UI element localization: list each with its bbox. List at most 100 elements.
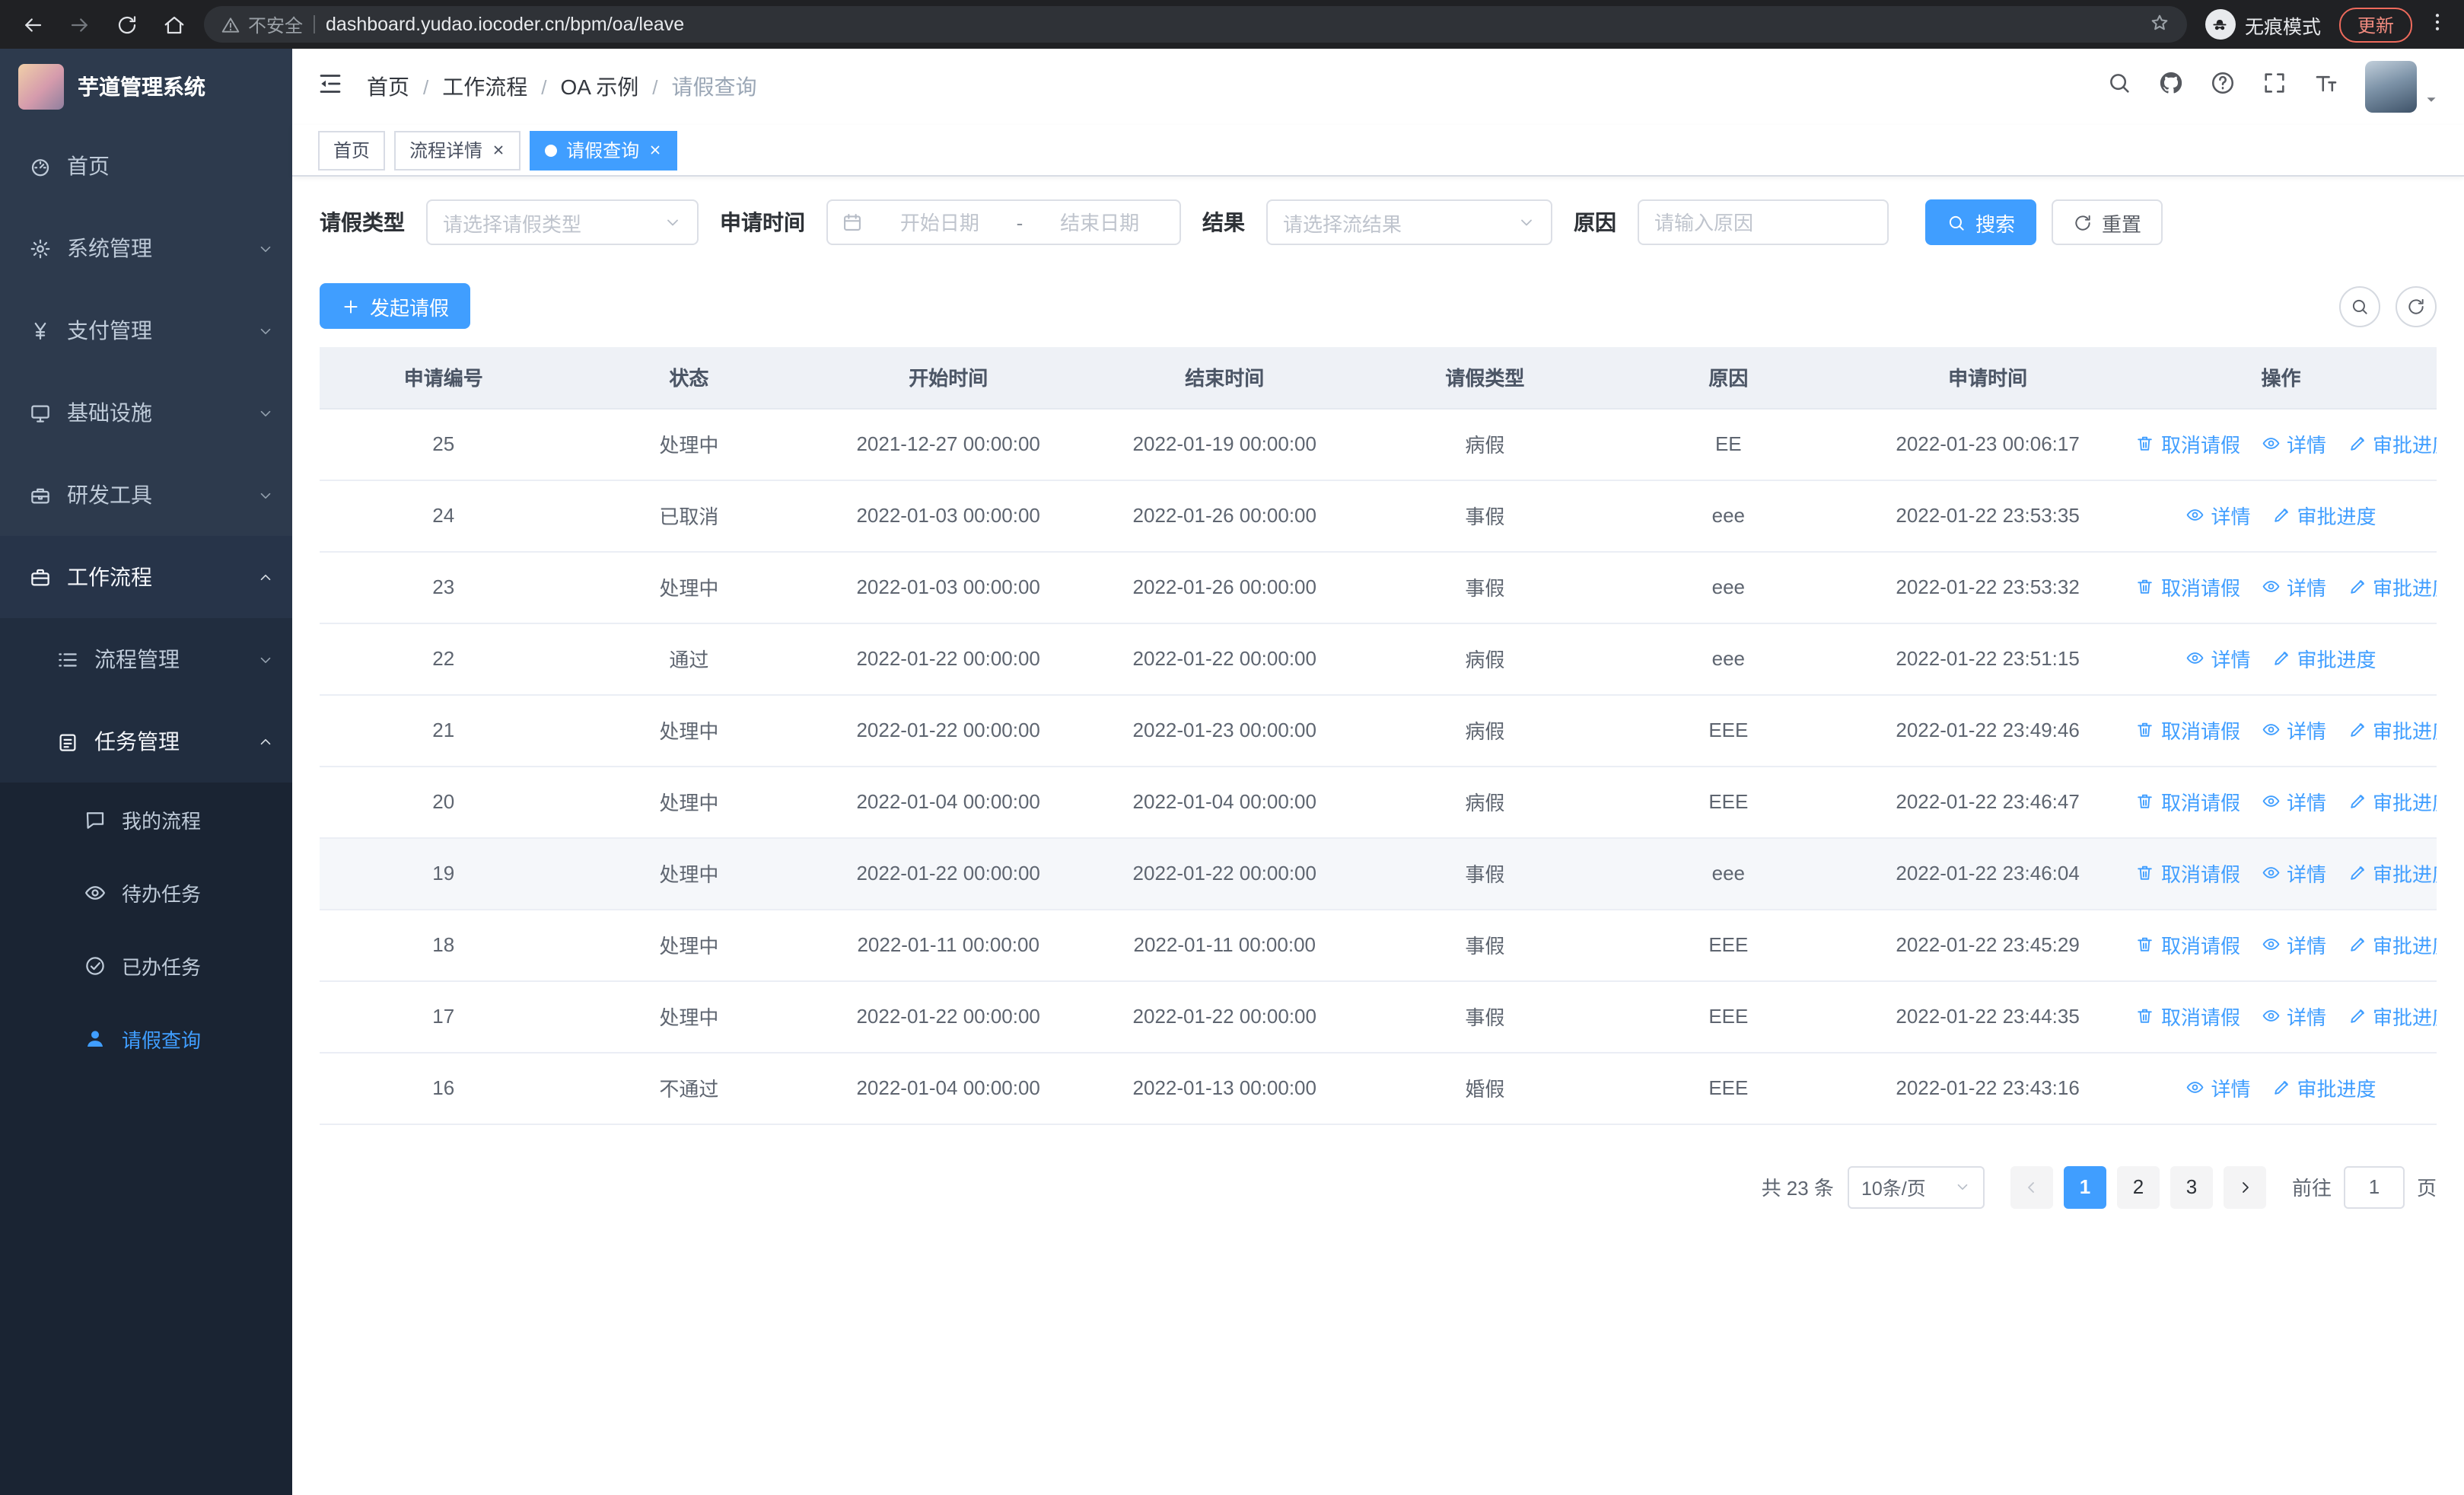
user-menu[interactable] (2365, 61, 2440, 113)
cancel-leave-link[interactable]: 取消请假 (2136, 859, 2240, 888)
cell-apply-time: 2022-01-22 23:49:46 (1850, 694, 2125, 767)
cancel-leave-link[interactable]: 取消请假 (2136, 1002, 2240, 1031)
sidebar-item-task-mgmt[interactable]: 任务管理 (0, 700, 292, 783)
start-date-input[interactable] (874, 211, 1006, 234)
tab-leave-query[interactable]: 请假查询 (530, 130, 678, 170)
detail-link[interactable]: 详情 (2185, 1073, 2250, 1102)
fold-icon (317, 69, 344, 97)
chevron-down-icon (257, 404, 274, 421)
tab-label: 流程详情 (409, 140, 483, 161)
progress-link[interactable]: 审批进度 (2271, 644, 2376, 673)
cancel-leave-link[interactable]: 取消请假 (2136, 716, 2240, 744)
avatar[interactable] (2365, 61, 2417, 113)
search-button[interactable] (2106, 70, 2132, 104)
cell-end-time: 2022-01-26 00:00:00 (1086, 480, 1364, 552)
progress-link[interactable]: 审批进度 (2348, 716, 2437, 744)
reload-button[interactable] (110, 8, 143, 41)
breadcrumb-item[interactable]: 首页 (367, 72, 409, 102)
goto-page-input[interactable] (2343, 1165, 2405, 1208)
app-logo[interactable]: 芋道管理系统 (0, 49, 292, 125)
home-button[interactable] (157, 8, 190, 41)
cell-status: 处理中 (567, 408, 811, 480)
forward-button[interactable] (62, 8, 96, 41)
breadcrumb-item[interactable]: OA 示例 (561, 72, 639, 102)
leave-table: 申请编号 状态 开始时间 结束时间 请假类型 原因 申请时间 操作 25 处理中 2021-12-… (320, 347, 2437, 1124)
cell-start-time: 2022-01-04 00:00:00 (810, 1052, 1087, 1124)
table-header-cell: 操作 (2125, 347, 2437, 409)
tab-process-detail[interactable]: 流程详情 (394, 130, 521, 170)
detail-link[interactable]: 详情 (2262, 930, 2326, 959)
sidebar-item-payment-mgmt[interactable]: 支付管理 (0, 289, 292, 371)
address-bar[interactable]: 不安全 dashboard.yudao.iocoder.cn/bpm/oa/le… (204, 6, 2187, 43)
detail-link[interactable]: 详情 (2262, 572, 2326, 601)
search-submit-button[interactable]: 搜索 (1925, 199, 2037, 245)
date-range-input[interactable]: - (826, 199, 1181, 245)
tab-close-icon[interactable] (492, 143, 505, 157)
cell-reason: EEE (1606, 980, 1851, 1053)
reset-button[interactable]: 重置 (2052, 199, 2163, 245)
font-size-button[interactable] (2313, 70, 2339, 104)
table-row: 25 处理中 2021-12-27 00:00:00 2022-01-19 00:00… (320, 408, 2437, 480)
toggle-search-button[interactable] (2339, 285, 2380, 327)
cancel-leave-link[interactable]: 取消请假 (2136, 429, 2240, 458)
github-button[interactable] (2158, 70, 2184, 104)
progress-link[interactable]: 审批进度 (2271, 1073, 2376, 1102)
detail-link[interactable]: 详情 (2262, 787, 2326, 816)
op-label: 审批进度 (2373, 720, 2437, 743)
sidebar-item-my-process[interactable]: 我的流程 (0, 783, 292, 856)
cell-apply-time: 2022-01-22 23:44:35 (1850, 980, 2125, 1053)
sidebar-item-process-mgmt[interactable]: 流程管理 (0, 618, 292, 700)
cancel-leave-link[interactable]: 取消请假 (2136, 930, 2240, 959)
bookmark-star-icon[interactable] (2149, 11, 2170, 37)
main-area: 首页 / 工作流程 / OA 示例 / 请假查询 首页 流程详情 请假查询 请假… (292, 49, 2464, 1495)
refresh-table-button[interactable] (2396, 285, 2437, 327)
help-button[interactable] (2210, 70, 2236, 104)
detail-link[interactable]: 详情 (2185, 501, 2250, 530)
sidebar-item-leave-query[interactable]: 请假查询 (0, 1002, 292, 1075)
browser-menu-button[interactable] (2426, 10, 2449, 39)
detail-link[interactable]: 详情 (2185, 644, 2250, 673)
progress-link[interactable]: 审批进度 (2271, 501, 2376, 530)
result-select[interactable]: 请选择流结果 (1266, 199, 1552, 245)
sidebar-item-done-tasks[interactable]: 已办任务 (0, 929, 292, 1002)
detail-link[interactable]: 详情 (2262, 716, 2326, 744)
sidebar-collapse-button[interactable] (317, 69, 344, 104)
progress-link[interactable]: 审批进度 (2348, 1002, 2437, 1031)
progress-link[interactable]: 审批进度 (2348, 572, 2437, 601)
prev-page-button[interactable] (2010, 1165, 2053, 1208)
leave-type-select[interactable]: 请选择请假类型 (426, 199, 699, 245)
op-label: 取消请假 (2160, 720, 2240, 743)
page-button-3[interactable]: 3 (2170, 1165, 2213, 1208)
detail-link[interactable]: 详情 (2262, 1002, 2326, 1031)
breadcrumb-item[interactable]: 工作流程 (442, 72, 527, 102)
sidebar-item-todo-tasks[interactable]: 待办任务 (0, 856, 292, 929)
tab-close-icon[interactable] (648, 143, 662, 157)
page-button-1[interactable]: 1 (2063, 1165, 2106, 1208)
progress-link[interactable]: 审批进度 (2348, 787, 2437, 816)
page-button-2[interactable]: 2 (2116, 1165, 2160, 1208)
sidebar-item-infrastructure[interactable]: 基础设施 (0, 371, 292, 454)
page-size-select[interactable]: 10条/页 (1847, 1165, 1985, 1208)
chevron-down-icon (1954, 1178, 1971, 1195)
cancel-leave-link[interactable]: 取消请假 (2136, 787, 2240, 816)
tab-home[interactable]: 首页 (318, 130, 386, 170)
next-page-button[interactable] (2223, 1165, 2266, 1208)
sidebar-item-workflow[interactable]: 工作流程 (0, 536, 292, 618)
update-button[interactable]: 更新 (2338, 7, 2412, 42)
progress-link[interactable]: 审批进度 (2348, 429, 2437, 458)
cancel-leave-link[interactable]: 取消请假 (2136, 572, 2240, 601)
end-date-input[interactable] (1033, 211, 1166, 234)
create-leave-button[interactable]: 发起请假 (320, 283, 471, 329)
sidebar-item-home[interactable]: 首页 (0, 125, 292, 207)
chevron-right-icon (2236, 1178, 2254, 1196)
back-button[interactable] (15, 8, 49, 41)
fullscreen-button[interactable] (2262, 70, 2287, 104)
progress-link[interactable]: 审批进度 (2348, 930, 2437, 959)
detail-link[interactable]: 详情 (2262, 429, 2326, 458)
reason-input[interactable] (1654, 211, 1872, 234)
detail-link[interactable]: 详情 (2262, 859, 2326, 888)
progress-link[interactable]: 审批进度 (2348, 859, 2437, 888)
op-label: 审批进度 (2373, 1006, 2437, 1029)
sidebar-item-dev-tools[interactable]: 研发工具 (0, 454, 292, 536)
sidebar-item-system-mgmt[interactable]: 系统管理 (0, 207, 292, 289)
